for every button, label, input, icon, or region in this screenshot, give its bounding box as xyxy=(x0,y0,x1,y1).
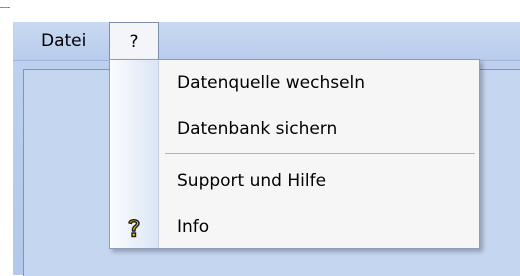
menu-bar: Datei ? xyxy=(13,22,520,61)
menu-item-label: Datenbank sichern xyxy=(177,119,338,139)
menu-help[interactable]: ? xyxy=(109,22,159,61)
question-mark-icon xyxy=(122,215,146,239)
menu-item-datenbank-sichern[interactable]: Datenbank sichern xyxy=(110,109,479,149)
menu-item-label: Datenquelle wechseln xyxy=(177,73,366,93)
help-dropdown-menu: Datenquelle wechseln Datenbank sichern S… xyxy=(109,59,480,249)
menu-item-info[interactable]: Info xyxy=(110,207,479,247)
menu-datei[interactable]: Datei xyxy=(31,22,96,60)
menu-item-support-und-hilfe[interactable]: Support und Hilfe xyxy=(110,161,479,201)
app-icon xyxy=(0,0,10,8)
application-window: Datei ? Datenquelle wechseln Datenbank s… xyxy=(0,0,520,276)
menu-item-label: Info xyxy=(177,217,210,237)
menu-separator xyxy=(165,153,475,154)
menu-item-datenquelle-wechseln[interactable]: Datenquelle wechseln xyxy=(110,63,479,103)
menu-item-label: Support und Hilfe xyxy=(177,171,327,191)
